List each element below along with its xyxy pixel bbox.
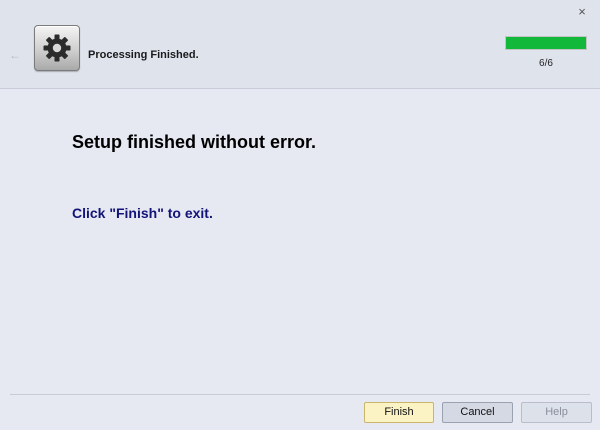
back-button[interactable]: ←	[9, 48, 23, 62]
footer-divider	[10, 394, 590, 395]
finish-button[interactable]: Finish	[364, 402, 434, 423]
progress-bar-fill	[506, 37, 586, 49]
completion-heading: Setup finished without error.	[72, 132, 317, 152]
gear-icon	[34, 25, 80, 71]
progress-step-counter: 6/6	[539, 58, 553, 69]
cancel-button[interactable]: Cancel	[442, 402, 513, 423]
progress-bar	[505, 36, 587, 50]
back-arrow-icon: ←	[9, 48, 21, 62]
setup-wizard-window: × ← Processing Finished. 6/6 Setup finis…	[0, 0, 600, 430]
wizard-header: × ← Processing Finished. 6/6	[0, 0, 600, 89]
help-button[interactable]: Help	[521, 402, 592, 423]
exit-instruction: Click "Finish" to exit.	[72, 205, 213, 221]
header-title: Processing Finished.	[88, 49, 199, 61]
close-button[interactable]: ×	[574, 4, 590, 20]
